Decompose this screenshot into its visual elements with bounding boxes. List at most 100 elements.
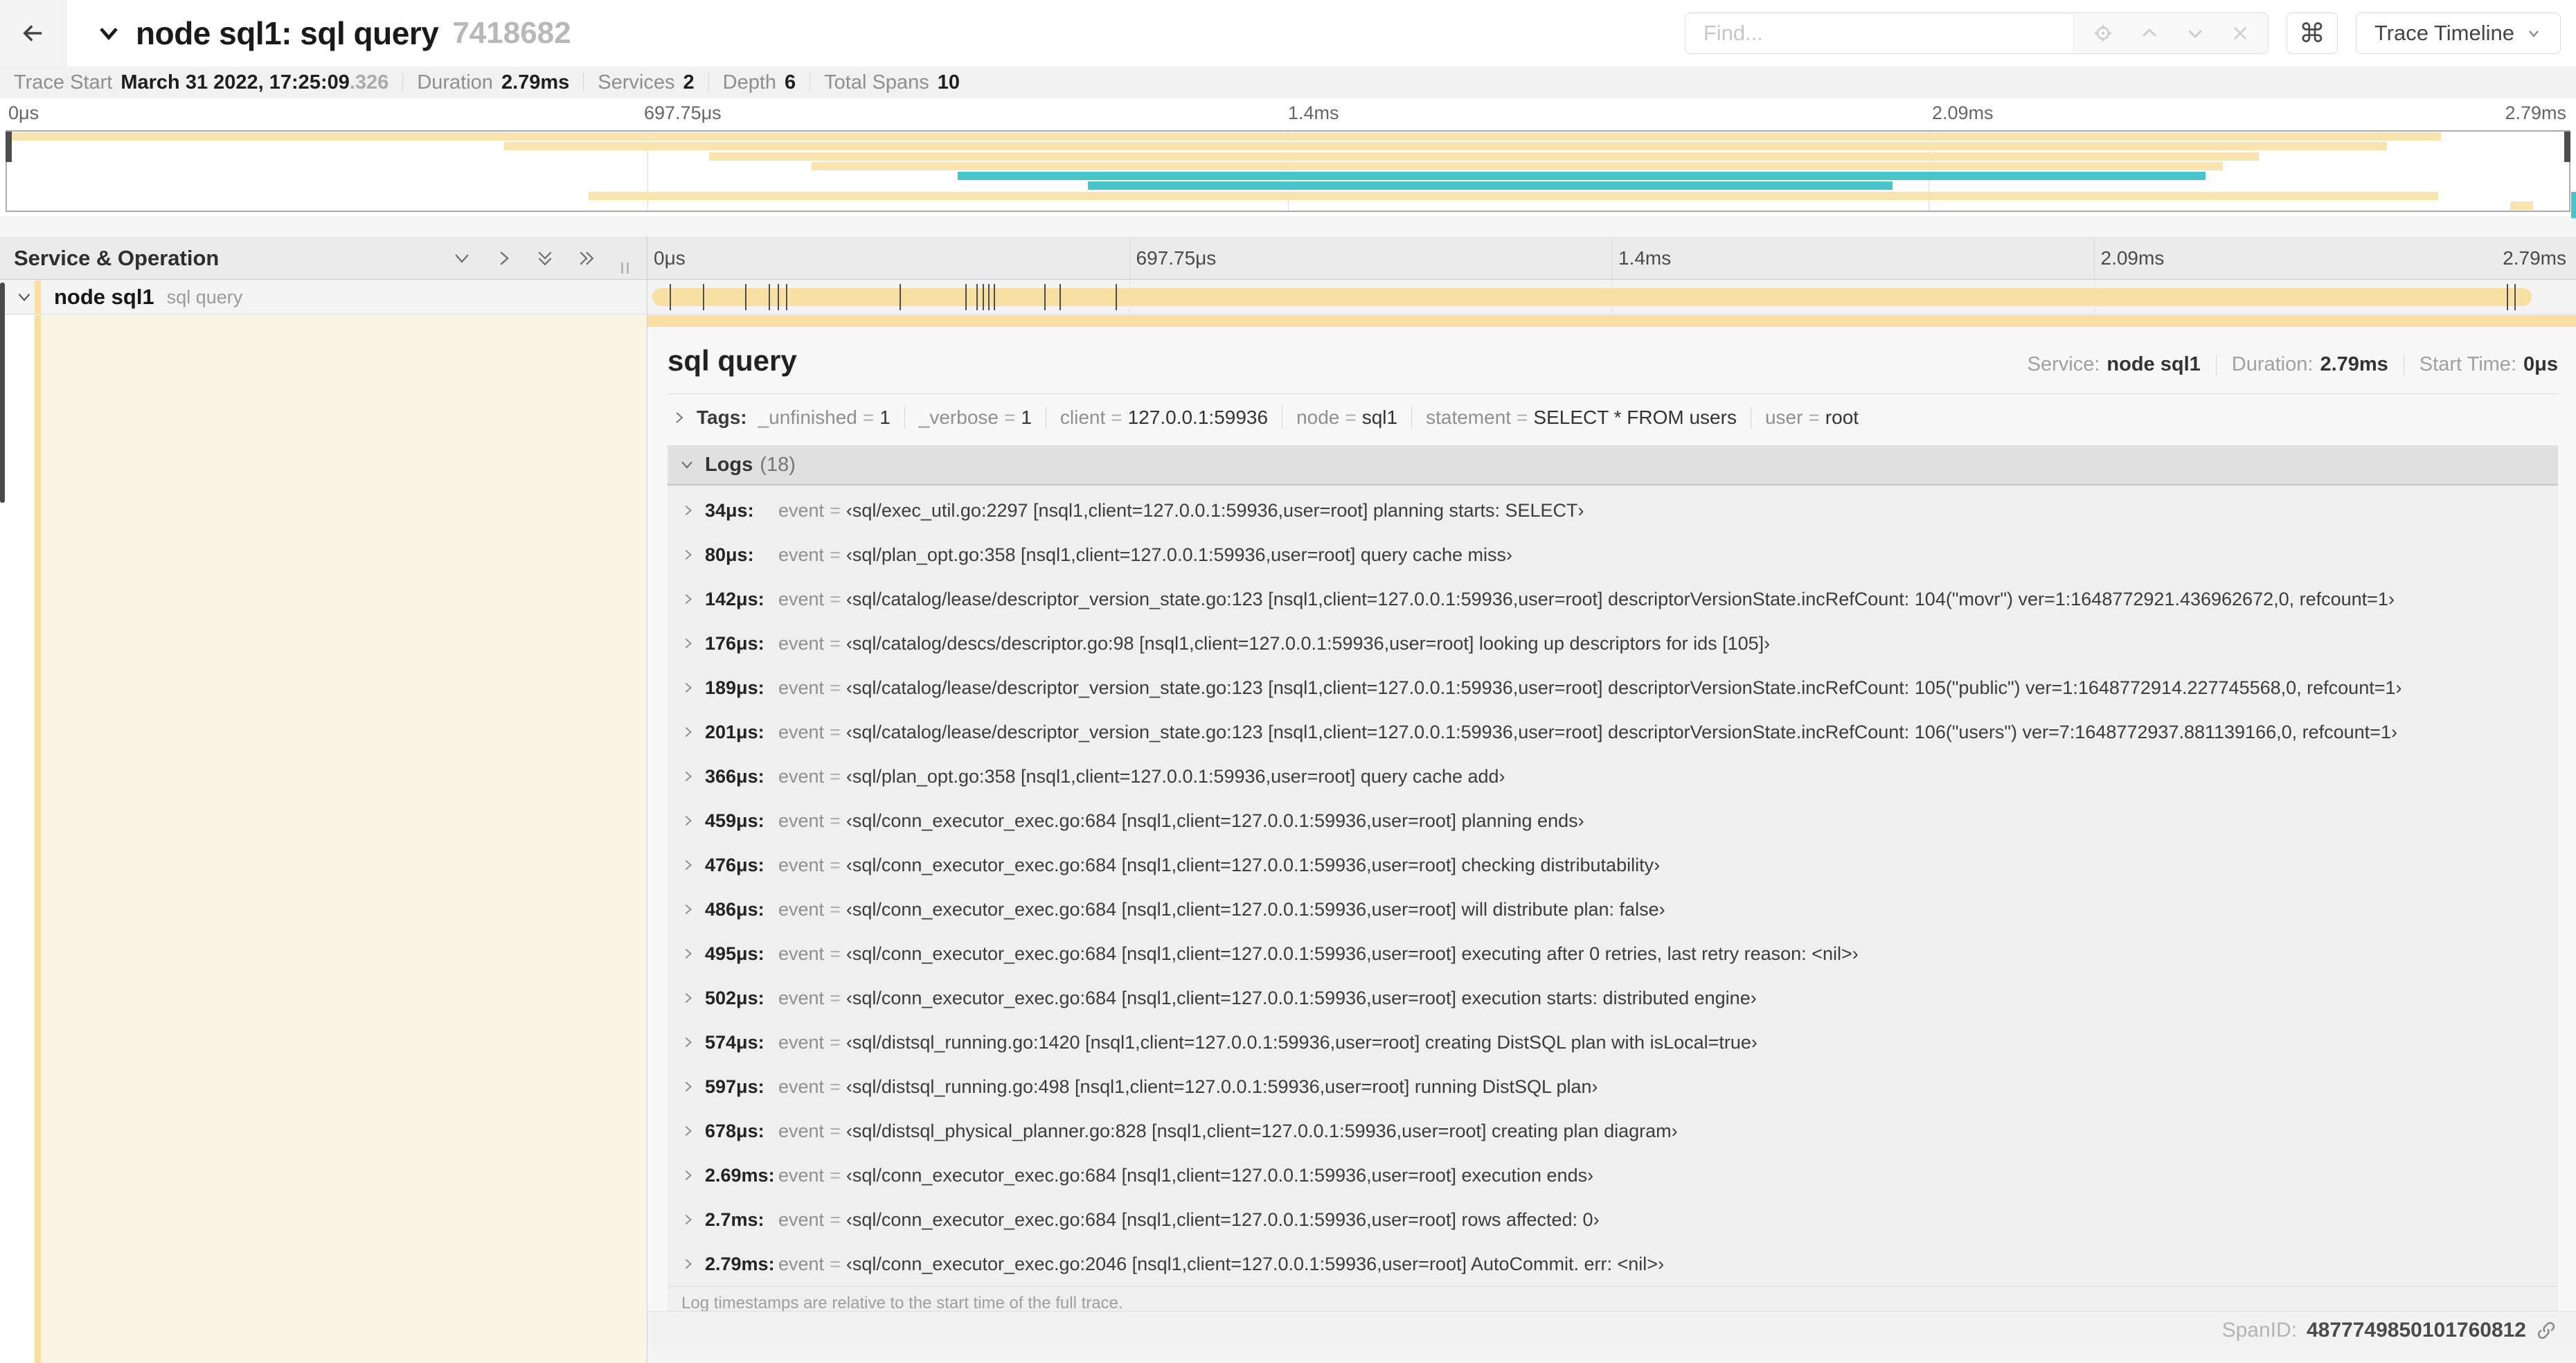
service-value: node sql1 [2107, 353, 2201, 375]
chevron-right-icon [680, 1212, 695, 1227]
next-match-button[interactable] [2185, 23, 2206, 44]
log-message: event = ‹sql/plan_opt.go:358 [nsql1,client… [778, 544, 1512, 566]
log-equals: = [830, 1209, 841, 1230]
collapse-one-chevron-down-icon[interactable] [451, 248, 472, 269]
log-entry-row[interactable]: 201μs: event = ‹sql/catalog/lease/descripto… [668, 710, 2558, 754]
total-spans-value: 10 [937, 71, 960, 93]
clear-find-button[interactable] [2230, 24, 2250, 43]
column-resize-grip[interactable] [621, 262, 629, 274]
find-input[interactable] [1685, 13, 2073, 53]
logs-list: 34μs: event = ‹sql/exec_util.go:2297 [nsql1… [668, 485, 2558, 1286]
tag-value: root [1825, 407, 1859, 428]
logs-label: Logs [705, 453, 753, 476]
log-entry-row[interactable]: 34μs: event = ‹sql/exec_util.go:2297 [nsql1… [668, 488, 2558, 533]
log-message: event = ‹sql/conn_executor_exec.go:684 [ns… [778, 988, 1757, 1009]
log-message: event = ‹sql/conn_executor_exec.go:2046 [n… [778, 1254, 1664, 1275]
back-button[interactable] [0, 0, 66, 66]
log-message: event = ‹sql/distsql_running.go:498 [nsql1… [778, 1076, 1598, 1098]
trace-view-selector-label: Trace Timeline [2374, 21, 2514, 45]
log-entry-row[interactable]: 189μs: event = ‹sql/catalog/lease/descripto… [668, 666, 2558, 710]
log-entry-row[interactable]: 366μs: event = ‹sql/plan_opt.go:358 [nsql1,… [668, 754, 2558, 799]
log-entry-row[interactable]: 2.79ms: event = ‹sql/conn_executor_exec.go:… [668, 1242, 2558, 1286]
log-message: event = ‹sql/exec_util.go:2297 [nsql1,clie… [778, 500, 1584, 522]
log-entry-row[interactable]: 80μs: event = ‹sql/plan_opt.go:358 [nsql1,c… [668, 533, 2558, 577]
locate-match-button[interactable] [2092, 22, 2114, 44]
span-log-tick [785, 284, 787, 310]
tag-equals: = [1345, 407, 1357, 428]
trace-title-group[interactable]: node sql1: sql query 7418682 [96, 15, 571, 52]
tag-value: sql1 [1361, 407, 1398, 428]
minimap-span-bar [1088, 181, 1893, 190]
log-entry-row[interactable]: 142μs: event = ‹sql/catalog/lease/descripto… [668, 577, 2558, 621]
trace-id: 7418682 [452, 16, 571, 50]
tag-item: client = 127.0.0.1:59936 [1060, 407, 1268, 429]
divider [668, 393, 2558, 394]
span-log-tick [702, 284, 704, 310]
expand-all-double-chevron-right-icon[interactable] [576, 248, 597, 269]
span-log-tick [982, 284, 984, 310]
log-field: event [778, 943, 825, 964]
log-field: event [778, 544, 825, 565]
collapse-all-double-chevron-down-icon[interactable] [535, 248, 555, 269]
span-row-name-cell[interactable]: node sql1 sql query [0, 280, 647, 314]
span-service-name: node sql1 [54, 285, 154, 309]
detail-overview: Service: node sql1 Duration: 2.79ms Star… [2028, 353, 2558, 376]
log-timestamp: 34μs: [705, 499, 754, 521]
log-entry-row[interactable]: 486μs: event = ‹sql/conn_executor_exec.go:6… [668, 887, 2558, 932]
minimap-left-scrubber[interactable] [6, 132, 12, 162]
deep-link-button[interactable] [2536, 1320, 2557, 1341]
divider [1411, 407, 1413, 429]
trace-view-selector[interactable]: Trace Timeline [2355, 12, 2561, 54]
logs-header[interactable]: Logs (18) [668, 445, 2558, 485]
chevron-down-icon [2185, 23, 2206, 44]
span-row-timeline-cell[interactable] [647, 280, 2576, 314]
service-color-accent [35, 280, 41, 314]
minimap-right-scrubber[interactable] [2564, 132, 2570, 162]
span-list-scrollbar-thumb[interactable] [0, 283, 5, 503]
log-entry-row[interactable]: 2.7ms: event = ‹sql/conn_executor_exec.go:6… [668, 1197, 2558, 1242]
log-value: ‹sql/conn_executor_exec.go:684 [nsql1,cl… [846, 987, 1757, 1008]
span-row[interactable]: node sql1 sql query [0, 280, 2576, 314]
span-collapse-chevron-down-icon[interactable] [15, 288, 33, 306]
span-log-tick [994, 284, 996, 310]
bottom-padding [647, 1348, 2576, 1363]
log-timestamp: 476μs: [705, 854, 764, 875]
tag-key: _verbose [918, 407, 999, 428]
chevron-right-icon [680, 547, 695, 562]
log-field: event [778, 677, 825, 698]
log-equals: = [830, 677, 841, 698]
keyboard-shortcuts-button[interactable]: ⌘ [2286, 12, 2338, 54]
log-timestamp: 486μs: [705, 898, 764, 920]
log-value: ‹sql/conn_executor_exec.go:684 [nsql1,cl… [846, 810, 1584, 831]
log-entry-row[interactable]: 459μs: event = ‹sql/conn_executor_exec.go:6… [668, 799, 2558, 843]
log-entry-row[interactable]: 176μs: event = ‹sql/catalog/descs/descripto… [668, 621, 2558, 666]
log-entry-row[interactable]: 597μs: event = ‹sql/distsql_running.go:498 … [668, 1064, 2558, 1109]
log-value: ‹sql/catalog/lease/descriptor_version_st… [846, 677, 2402, 698]
log-value: ‹sql/conn_executor_exec.go:684 [nsql1,cl… [846, 1209, 1600, 1230]
page-title: node sql1: sql query [136, 15, 439, 51]
log-entry-row[interactable]: 495μs: event = ‹sql/conn_executor_exec.go:6… [668, 932, 2558, 976]
tags-accordian[interactable]: Tags: _unfinished = 1 _verbose = 1 client = 127.… [668, 404, 2558, 431]
top-bar-actions: ⌘ Trace Timeline [1684, 12, 2576, 54]
log-entry-row[interactable]: 574μs: event = ‹sql/distsql_running.go:1420… [668, 1020, 2558, 1064]
prev-match-button[interactable] [2139, 23, 2160, 44]
log-entry-row[interactable]: 476μs: event = ‹sql/conn_executor_exec.go:6… [668, 843, 2558, 887]
log-timestamp: 142μs: [705, 588, 764, 609]
minimap-span-bar [2510, 201, 2534, 210]
log-value: ‹sql/conn_executor_exec.go:2046 [nsql1,c… [846, 1253, 1665, 1274]
log-entry-row[interactable]: 678μs: event = ‹sql/distsql_physical_planne… [668, 1109, 2558, 1153]
log-message: event = ‹sql/catalog/lease/descriptor_vers… [778, 677, 2402, 699]
right-edge-teal-strip [2571, 192, 2576, 218]
chevron-right-icon [680, 857, 695, 873]
ruler-label: 0μs [654, 247, 686, 269]
chevron-right-icon [680, 902, 695, 917]
log-message: event = ‹sql/distsql_physical_planner.go:8… [778, 1121, 1678, 1142]
log-field: event [778, 854, 825, 875]
log-timestamp: 597μs: [705, 1076, 764, 1097]
trace-start-value: March 31 2022, 17:25:09 [120, 71, 350, 93]
log-entry-row[interactable]: 2.69ms: event = ‹sql/conn_executor_exec.go:… [668, 1153, 2558, 1197]
minimap-graph[interactable] [6, 130, 2570, 212]
log-entry-row[interactable]: 502μs: event = ‹sql/conn_executor_exec.go:6… [668, 976, 2558, 1020]
tag-equals: = [1111, 407, 1122, 428]
expand-one-chevron-right-icon[interactable] [493, 248, 514, 269]
